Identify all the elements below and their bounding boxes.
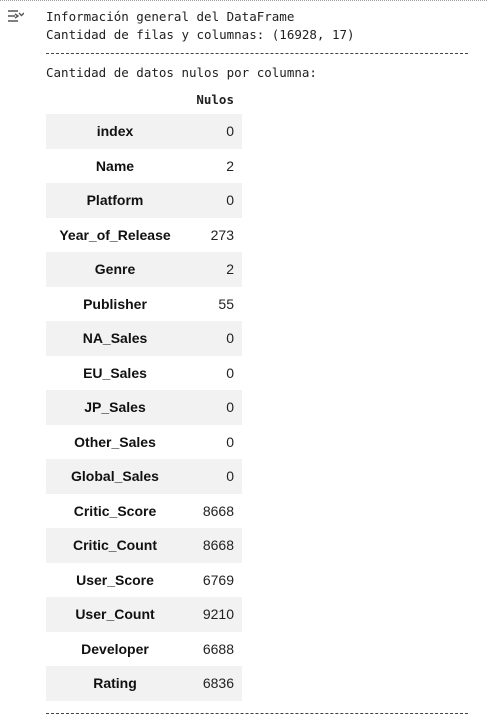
table-body: index 0 Name 2 Platform 0 Year_of_Release 273 Ge… xyxy=(46,114,242,701)
separator-line-bottom xyxy=(46,713,468,714)
row-value: 6836 xyxy=(202,675,234,692)
row-value: 2 xyxy=(226,261,234,278)
table-row: Developer 6688 xyxy=(46,632,242,667)
table-row: Critic_Score 8668 xyxy=(46,494,242,529)
table-row: JP_Sales 0 xyxy=(46,390,242,425)
row-label: Developer xyxy=(81,640,149,657)
row-value: 2 xyxy=(226,157,234,174)
row-label: Platform xyxy=(86,192,144,209)
table-row: NA_Sales 0 xyxy=(46,321,242,356)
table-row: index 0 xyxy=(46,114,242,149)
table-row: Rating 6836 xyxy=(46,666,242,701)
row-label: index xyxy=(96,123,134,140)
table-row: Other_Sales 0 xyxy=(46,425,242,460)
table-row: Platform 0 xyxy=(46,183,242,218)
cell-top-border xyxy=(0,0,487,1)
row-label: User_Score xyxy=(76,571,154,588)
separator-line xyxy=(46,53,468,54)
table-row: Global_Sales 0 xyxy=(46,459,242,494)
table-row: Genre 2 xyxy=(46,252,242,287)
info-title-text: Información general del DataFrame xyxy=(46,9,295,24)
row-value: 0 xyxy=(226,433,234,450)
row-label: Year_of_Release xyxy=(59,226,171,243)
row-value: 6769 xyxy=(202,571,234,588)
row-label: Global_Sales xyxy=(71,468,159,485)
row-value: 9210 xyxy=(202,606,234,623)
row-value: 273 xyxy=(210,226,234,243)
row-value: 55 xyxy=(218,295,234,312)
row-value: 8668 xyxy=(202,502,234,519)
output-menu-icon[interactable] xyxy=(6,8,25,26)
row-value: 0 xyxy=(226,399,234,416)
nulls-heading-text: Cantidad de datos nulos por columna: xyxy=(46,65,317,80)
table-row: User_Score 6769 xyxy=(46,563,242,598)
row-value: 0 xyxy=(226,468,234,485)
row-value: 0 xyxy=(226,330,234,347)
row-label: Publisher xyxy=(83,295,147,312)
table-row: Name 2 xyxy=(46,149,242,184)
table-header: Nulos xyxy=(46,89,242,114)
row-value: 6688 xyxy=(202,640,234,657)
row-label: Genre xyxy=(94,261,136,278)
row-label: Name xyxy=(95,157,135,174)
table-row: User_Count 9210 xyxy=(46,597,242,632)
row-label: Critic_Score xyxy=(73,502,157,519)
row-value: 0 xyxy=(226,123,234,140)
row-label: JP_Sales xyxy=(84,399,146,416)
table-row: Critic_Count 8668 xyxy=(46,528,242,563)
row-value: 0 xyxy=(226,364,234,381)
column-header-nulos: Nulos xyxy=(196,92,234,107)
table-row: Publisher 55 xyxy=(46,287,242,322)
table-row: EU_Sales 0 xyxy=(46,356,242,391)
row-label: Other_Sales xyxy=(74,433,156,450)
row-label: Rating xyxy=(93,675,137,692)
row-value: 8668 xyxy=(202,537,234,554)
row-label: User_Count xyxy=(75,606,155,623)
row-label: EU_Sales xyxy=(83,364,147,381)
row-value: 0 xyxy=(226,192,234,209)
shape-text: Cantidad de filas y columnas: (16928, 17… xyxy=(46,27,355,42)
nulls-table: Nulos index 0 Name 2 Platform 0 Year_of_Releas… xyxy=(46,89,242,701)
row-label: Critic_Count xyxy=(73,537,157,554)
row-label: NA_Sales xyxy=(82,330,148,347)
table-row: Year_of_Release 273 xyxy=(46,218,242,253)
